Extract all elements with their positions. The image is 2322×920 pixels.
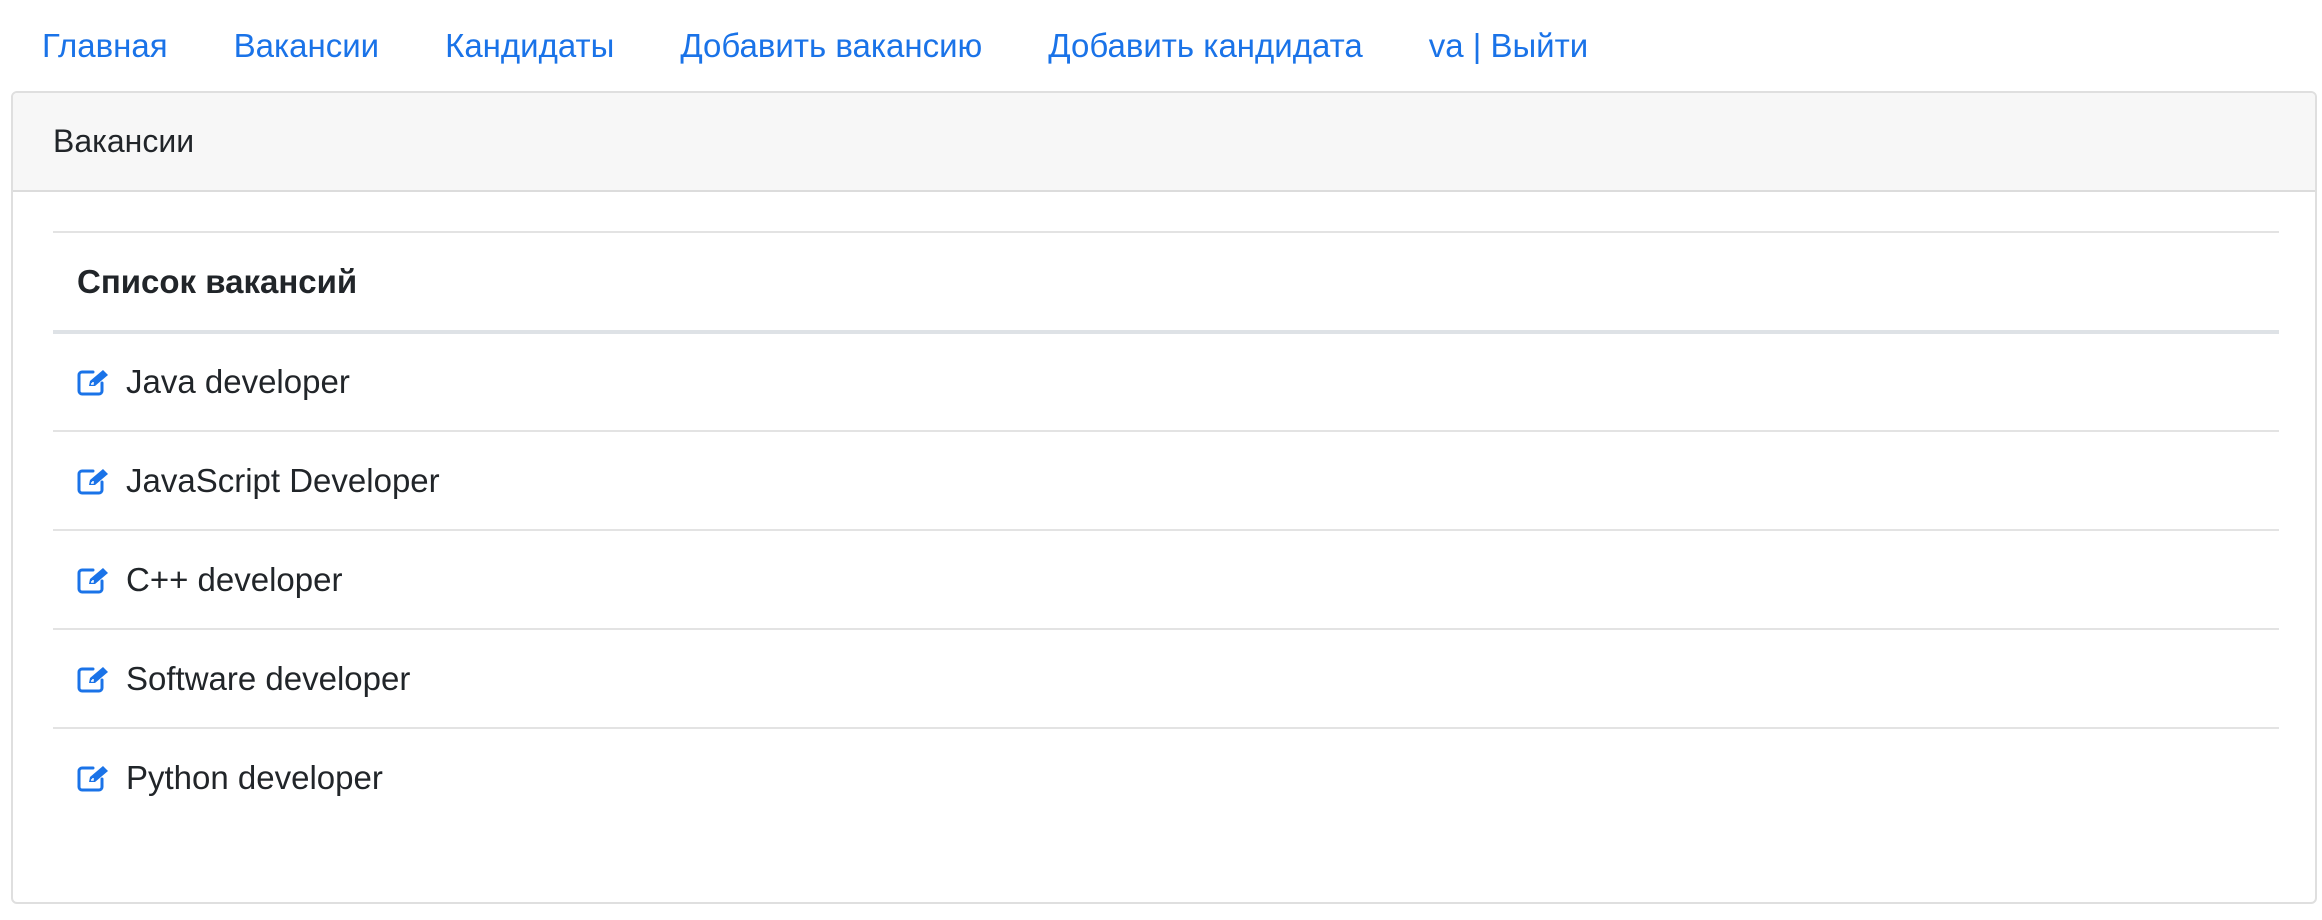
nav-link-home[interactable]: Главная — [42, 29, 168, 62]
nav-link-vacancies[interactable]: Вакансии — [234, 29, 379, 62]
vacancy-title: JavaScript Developer — [126, 431, 2279, 531]
edit-icon[interactable] — [53, 431, 126, 531]
edit-icon[interactable] — [53, 332, 126, 432]
table-header-row: Список вакансий — [53, 231, 2279, 334]
table-row: JavaScript Developer — [53, 431, 2279, 531]
nav-link-add-vacancy[interactable]: Добавить вакансию — [680, 29, 982, 62]
card-body: Список вакансий Java developer JavaScrip… — [13, 192, 2315, 827]
vacancy-title: Java developer — [126, 332, 2279, 432]
table-row: C++ developer — [53, 530, 2279, 630]
nav-link-candidates[interactable]: Кандидаты — [445, 29, 614, 62]
vacancies-card: Вакансии Список вакансий Java developer … — [11, 91, 2317, 904]
table-row: Python developer — [53, 728, 2279, 827]
edit-icon[interactable] — [53, 629, 126, 729]
nav-link-add-candidate[interactable]: Добавить кандидата — [1048, 29, 1362, 62]
vacancy-title: Software developer — [126, 629, 2279, 729]
edit-icon[interactable] — [53, 728, 126, 827]
table-row: Software developer — [53, 629, 2279, 729]
card-header: Вакансии — [13, 93, 2315, 192]
vacancy-title: Python developer — [126, 759, 383, 796]
vacancies-table: Список вакансий Java developer JavaScrip… — [53, 231, 2279, 827]
top-nav: Главная Вакансии Кандидаты Добавить вака… — [0, 0, 2322, 90]
vacancy-title: C++ developer — [126, 530, 2279, 630]
edit-icon[interactable] — [53, 530, 126, 630]
nav-link-logout[interactable]: va | Выйти — [1429, 29, 1588, 62]
table-column-header: Список вакансий — [53, 231, 2279, 334]
table-row: Java developer — [53, 332, 2279, 432]
